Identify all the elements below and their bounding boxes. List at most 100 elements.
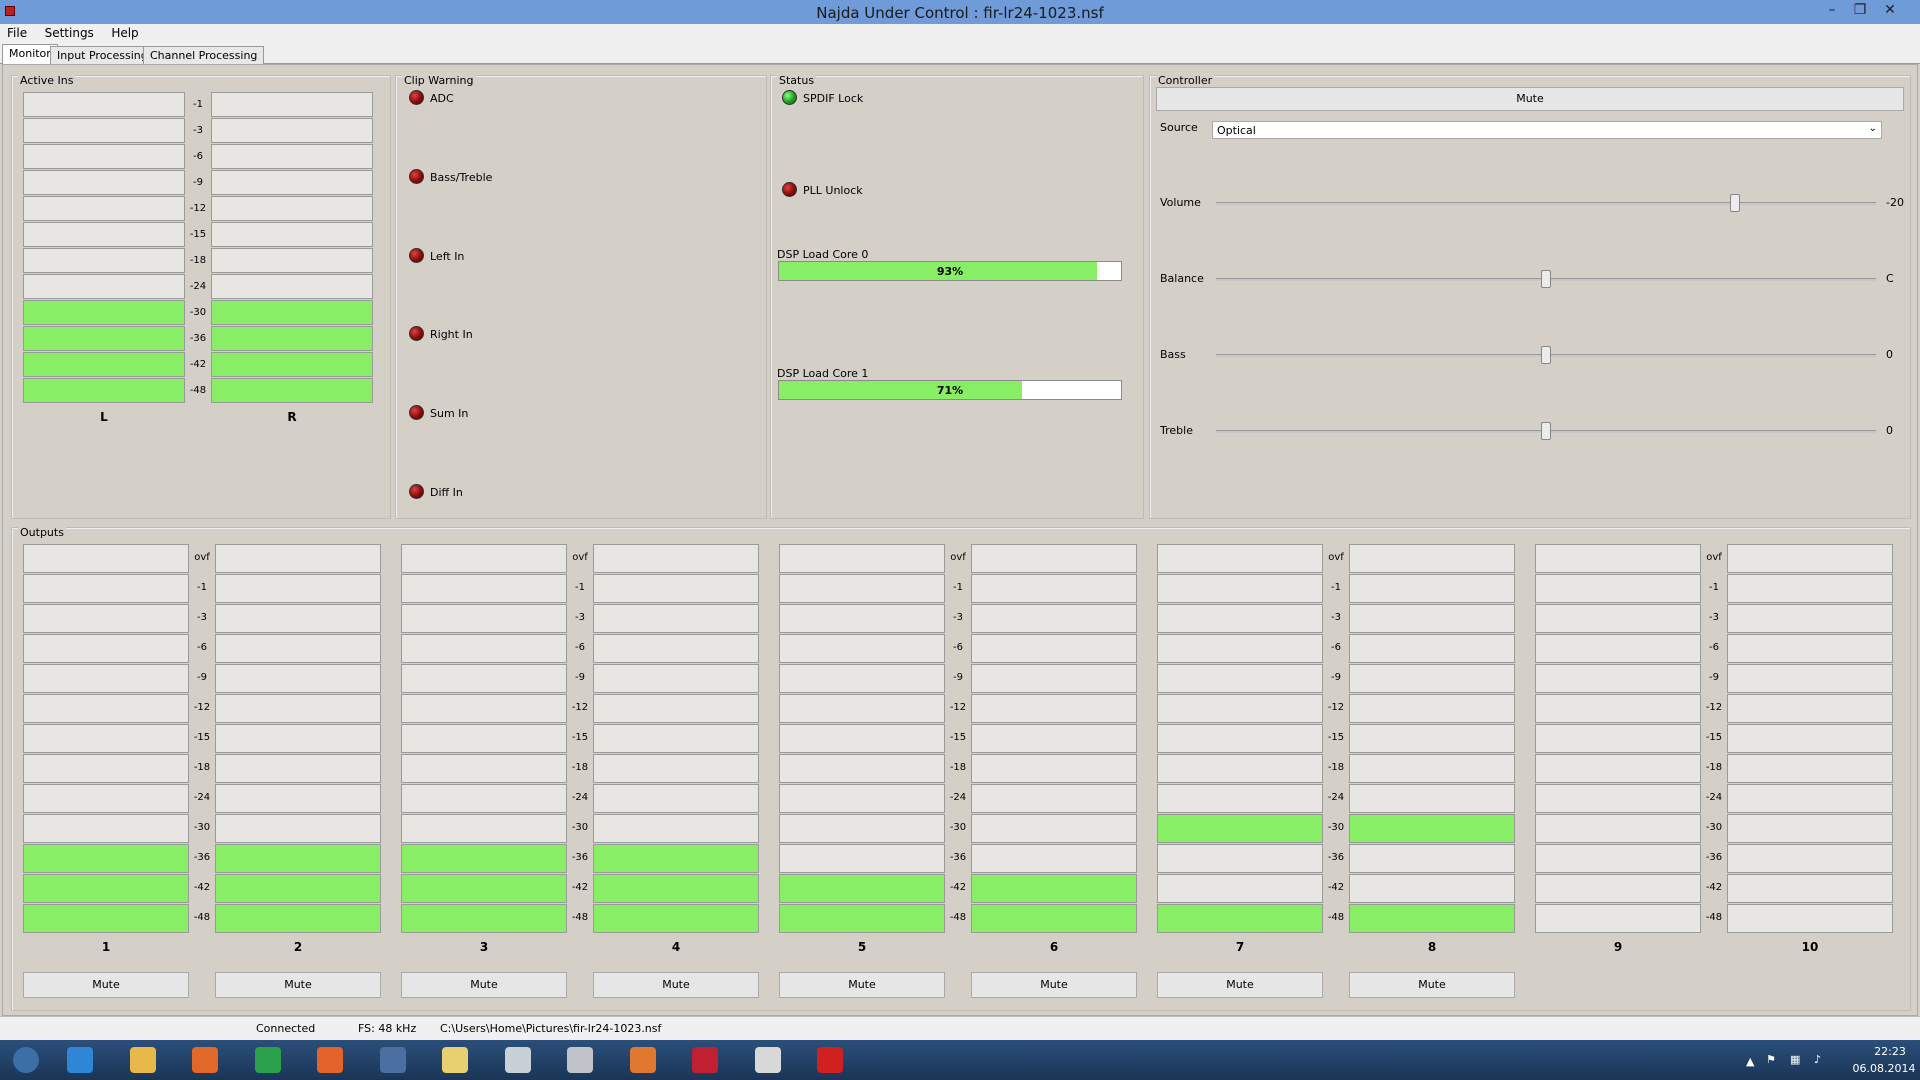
output-meter-segment [593,544,759,573]
restore-button[interactable]: ❐ [1846,2,1874,20]
output-meter-tick: -48 [193,912,211,923]
output-meter-segment [1157,544,1323,573]
taskbar-folder-icon[interactable] [433,1043,479,1077]
output-mute-button[interactable]: Mute [23,972,189,998]
tab-bar: Monitor Input Processing Channel Process… [0,44,1920,65]
output-mute-button[interactable]: Mute [1157,972,1323,998]
taskbar-file-explorer-icon[interactable] [121,1043,167,1077]
output-meter-segment [215,904,381,933]
taskbar-start-orb-icon[interactable] [4,1043,50,1077]
output-meter-tick: -48 [1705,912,1723,923]
kmplayer-glyph-icon [629,1047,656,1073]
input-meter-segment [23,118,185,143]
close-button[interactable]: ✕ [1876,2,1904,20]
taskbar-najda-app-icon[interactable] [808,1043,854,1077]
slider-thumb[interactable] [1541,270,1551,288]
output-meter-segment [1349,544,1515,573]
output-meter-segment [593,814,759,843]
tray-volume-icon[interactable]: ♪ [1814,1053,1821,1066]
output-meter-tick: -36 [949,852,967,863]
output-meter-segment [1349,754,1515,783]
slider-thumb[interactable] [1730,194,1741,212]
menu-help[interactable]: Help [104,24,145,42]
taskbar-dice-app-icon[interactable] [683,1043,729,1077]
output-meter-segment [401,604,567,633]
output-meter-tick: -12 [1705,702,1723,713]
clip-led-icon [409,405,424,421]
tab-channel-processing[interactable]: Channel Processing [143,46,265,64]
thunderbird-glyph-icon [379,1047,406,1073]
input-meter-segment [211,300,373,325]
slider-value: -20 [1886,196,1904,209]
output-mute-button[interactable]: Mute [971,972,1137,998]
controller-mute-button[interactable]: Mute [1156,87,1904,111]
output-meter-segment [1349,844,1515,873]
input-channel-label: L [100,410,108,424]
clock-time[interactable]: 22:23 [1860,1045,1920,1058]
output-meter-segment [1349,604,1515,633]
output-channel-label: 3 [479,940,489,954]
output-meter-tick: -3 [575,612,585,623]
output-meter-tick: -30 [949,822,967,833]
output-mute-button[interactable]: Mute [401,972,567,998]
tray-network-icon[interactable]: ▦ [1790,1053,1800,1066]
firefox-glyph-icon [317,1047,343,1073]
menu-file[interactable]: File [0,24,34,42]
output-meter-tick: -36 [193,852,211,863]
clip-warning-item: ADC [430,92,454,105]
dsp-load-label: DSP Load Core 0 [777,248,869,261]
output-meter-tick: -48 [571,912,589,923]
output-meter-segment [401,844,567,873]
taskbar-thunderbird-icon[interactable] [371,1043,417,1077]
output-meter-segment [593,904,759,933]
output-mute-button[interactable]: Mute [593,972,759,998]
taskbar-app-gray-icon[interactable] [558,1043,604,1077]
output-mute-button[interactable]: Mute [779,972,945,998]
output-meter-segment [1535,694,1701,723]
taskbar-app-window-icon[interactable] [496,1043,542,1077]
source-select[interactable]: Optical ⌄ [1212,121,1882,139]
output-mute-button[interactable]: Mute [215,972,381,998]
clip-warning-item: Bass/Treble [430,170,493,184]
slider-value: 0 [1886,424,1893,437]
tray-flag-icon[interactable]: ⚑ [1766,1053,1776,1066]
output-meter-segment [1727,814,1893,843]
output-meter-segment [779,634,945,663]
tab-input-processing[interactable]: Input Processing [50,46,155,64]
input-meter-segment [23,300,185,325]
slider-thumb[interactable] [1541,346,1551,364]
output-meter-segment [1727,574,1893,603]
taskbar-paint-icon[interactable] [746,1043,792,1077]
input-meter-segment [211,326,373,351]
menu-settings[interactable]: Settings [38,24,101,42]
output-meter-segment [1727,604,1893,633]
taskbar-media-player-icon[interactable] [183,1043,229,1077]
slider-track[interactable] [1216,202,1876,205]
output-meter-tick: -42 [193,882,211,893]
input-meter-segment [211,378,373,403]
output-meter-segment [779,694,945,723]
output-meter-tick: -15 [1327,732,1345,743]
tray-show-hidden-icon[interactable]: ▲ [1746,1055,1754,1068]
clip-warning-item: Right In [430,328,473,342]
input-meter-segment [211,118,373,143]
slider-thumb[interactable] [1541,422,1551,440]
media-player-glyph-icon [192,1047,218,1073]
taskbar-store-icon[interactable] [246,1043,292,1077]
taskbar-kmplayer-icon[interactable] [621,1043,667,1077]
status-label: Status [777,74,817,87]
output-meter-tick: -1 [197,582,207,593]
taskbar-internet-explorer-icon[interactable] [58,1043,104,1077]
output-meter-tick: -30 [1327,822,1345,833]
output-meter-segment [1157,814,1323,843]
output-meter-segment [1157,724,1323,753]
minimize-button[interactable]: – [1818,2,1846,20]
clock-date[interactable]: 06.08.2014 [1848,1062,1920,1075]
taskbar-firefox-icon[interactable] [308,1043,354,1077]
slider-label: Bass [1160,348,1186,361]
input-meter-segment [23,196,185,221]
output-meter-tick: -42 [1327,882,1345,893]
output-meter-segment [593,844,759,873]
output-mute-button[interactable]: Mute [1349,972,1515,998]
output-meter-segment [593,694,759,723]
